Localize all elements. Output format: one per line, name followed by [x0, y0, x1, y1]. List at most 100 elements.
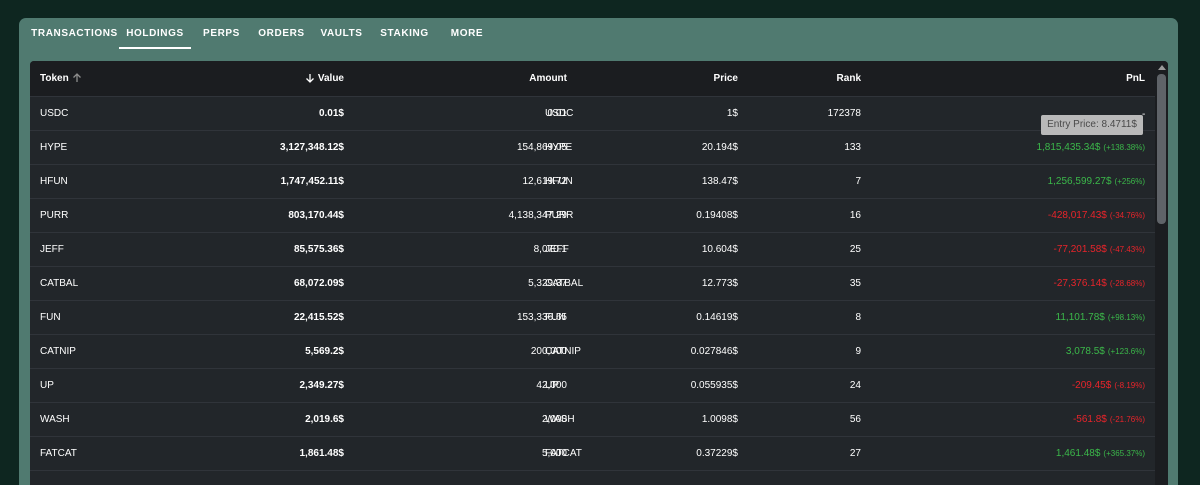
token-value: 0.01$	[318, 108, 344, 119]
token-amount-symbol: HYPE	[545, 142, 573, 153]
tab-holdings[interactable]: HOLDINGS	[119, 18, 191, 50]
tab-perps[interactable]: PERPS	[199, 18, 244, 50]
pnl-amount: -209.45$	[1071, 380, 1112, 391]
token-name: FUN	[40, 312, 61, 323]
token-rank: 172378	[827, 108, 861, 119]
arrow-up-icon	[72, 73, 81, 83]
table-row[interactable]: HFUN 1,747,452.11$ 12,619.72 HFUN 138.47$ 7 1,…	[30, 165, 1155, 199]
token-pnl: -428,017.43$ (-34.76%)	[1048, 199, 1145, 232]
token-rank: 25	[849, 244, 861, 255]
token-amount-symbol: CATNIP	[545, 346, 581, 357]
pnl-amount: 3,078.5$	[1065, 346, 1105, 357]
token-name: CATNIP	[40, 346, 76, 357]
tab-vaults[interactable]: VAULTS	[318, 18, 365, 50]
token-price: 0.14619$	[696, 312, 738, 323]
token-name: HFUN	[40, 176, 68, 187]
token-pnl: 3,078.5$ (+123.6%)	[1066, 335, 1145, 368]
table-row[interactable]: PURR 803,170.44$ 4,138,347.29 PURR 0.19408$ 1…	[30, 199, 1155, 233]
table-row[interactable]: USDC 0.01$ 0.01 USDC 1$ 172378	[30, 97, 1155, 131]
token-price: 1$	[726, 108, 738, 119]
tab-staking[interactable]: STAKING	[377, 18, 432, 50]
token-pnl: 1,461.48$ (+365.37%)	[1056, 437, 1145, 470]
token-value: 1,747,452.11$	[280, 176, 344, 187]
token-rank: 9	[855, 346, 861, 357]
token-pnl: 11,101.78$ (+98.13%)	[1056, 301, 1145, 334]
tab-bar: TRANSACTIONS HOLDINGS PERPS ORDERS VAULT…	[19, 18, 1178, 50]
column-header-price[interactable]: Price	[714, 61, 738, 97]
token-value: 22,415.52$	[293, 312, 344, 323]
scroll-up-icon[interactable]	[1158, 65, 1166, 70]
token-name: CATBAL	[40, 278, 79, 289]
token-price: 12.773$	[701, 278, 738, 289]
table-row[interactable]: CATNIP 5,569.2$ 200,000 CATNIP 0.027846$ 9 3,0…	[30, 335, 1155, 369]
column-header-pnl[interactable]: PnL	[1126, 61, 1145, 97]
token-price: 0.027846$	[690, 346, 738, 357]
token-value: 68,072.09$	[293, 278, 344, 289]
tab-more[interactable]: MORE	[447, 18, 487, 50]
table-row[interactable]: WASH 2,019.6$ 2,000 WASH 1.0098$ 56 -561.8$ (-2…	[30, 403, 1155, 437]
token-name: FATCAT	[40, 448, 77, 459]
holdings-table: Token Value Amount Price Rank PnL USDC 0.…	[30, 61, 1168, 485]
token-price: 138.47$	[701, 176, 738, 187]
table-row[interactable]: CATBAL 68,072.09$ 5,329.37 CATBAL 12.773$ 35-…	[30, 267, 1155, 301]
pnl-amount: -561.8$	[1072, 414, 1107, 425]
token-pnl: 1,256,599.27$ (+256%)	[1048, 165, 1145, 198]
pnl-amount: 11,101.78$	[1055, 312, 1105, 323]
token-amount-symbol: JEFF	[545, 244, 569, 255]
token-price: 20.194$	[701, 142, 738, 153]
tab-orders[interactable]: ORDERS	[256, 18, 307, 50]
token-amount-symbol: USDC	[545, 108, 574, 119]
entry-price-tooltip: Entry Price: 8.4711$	[1041, 115, 1143, 135]
pnl-amount: -77,201.58$	[1053, 244, 1107, 255]
token-name: UP	[40, 380, 54, 391]
token-pnl: -561.8$ (-21.76%)	[1073, 403, 1145, 436]
token-price: 0.19408$	[696, 210, 738, 221]
token-price: 10.604$	[701, 244, 738, 255]
pnl-percent: (+138.38%)	[1103, 143, 1145, 152]
table-row[interactable]: JEFF 85,575.36$ 8,070.1 JEFF 10.604$ 25 -77,20…	[30, 233, 1155, 267]
token-name: USDC	[40, 108, 69, 119]
token-price: 0.055935$	[690, 380, 738, 391]
table-row[interactable]: FUN 22,415.52$ 153,336.65 FUN 0.14619$ 8 11,10…	[30, 301, 1155, 335]
token-rank: 16	[849, 210, 861, 221]
table-row[interactable]: HYPE 3,127,348.12$ 154,869.05 HYPE 20.194$ 13…	[30, 131, 1155, 165]
scrollbar-thumb[interactable]	[1157, 74, 1166, 224]
pnl-percent: (+98.13%)	[1107, 313, 1145, 322]
column-header-token-label: Token	[40, 73, 69, 84]
pnl-percent: (-34.76%)	[1109, 211, 1145, 220]
token-rank: 56	[849, 414, 861, 425]
token-amount-symbol: WASH	[545, 414, 575, 425]
vertical-scrollbar[interactable]	[1155, 61, 1168, 485]
pnl-percent: (+256%)	[1114, 177, 1145, 186]
pnl-percent: (-47.43%)	[1109, 245, 1145, 254]
token-price: 1.0098$	[701, 414, 738, 425]
pnl-amount: 1,256,599.27$	[1047, 176, 1112, 187]
token-amount-symbol: PURR	[545, 210, 574, 221]
pnl-percent: (+365.37%)	[1103, 449, 1145, 458]
pnl-percent: (+123.6%)	[1107, 347, 1145, 356]
table-row[interactable]: UP 2,349.27$ 42,000 UP 0.055935$ 24 -209.45$ (-…	[30, 369, 1155, 403]
tab-transactions[interactable]: TRANSACTIONS	[30, 18, 119, 50]
token-amount-symbol: CATBAL	[545, 278, 584, 289]
pnl-amount: -27,376.14$	[1053, 278, 1107, 289]
token-pnl: 1,815,435.34$ (+138.38%)	[1036, 131, 1145, 164]
column-header-value-label: Value	[317, 73, 344, 84]
pnl-amount: 1,815,435.34$	[1036, 142, 1101, 153]
column-header-token[interactable]: Token	[40, 61, 82, 97]
token-pnl: -209.45$ (-8.19%)	[1072, 369, 1145, 402]
column-header-rank[interactable]: Rank	[837, 61, 861, 97]
table-header: Token Value Amount Price Rank PnL	[30, 61, 1155, 97]
pnl-amount: -428,017.43$	[1047, 210, 1107, 221]
token-rank: 24	[849, 380, 861, 391]
table-row[interactable]: FATCAT 1,861.48$ 5,000 FATCAT 0.37229$ 27 1,46…	[30, 437, 1155, 471]
column-header-value[interactable]: Value	[305, 61, 344, 97]
pnl-amount: 1,461.48$	[1055, 448, 1101, 459]
pnl-dash: -	[1142, 109, 1146, 120]
token-pnl: -77,201.58$ (-47.43%)	[1053, 233, 1145, 266]
token-rank: 27	[849, 448, 861, 459]
token-price: 0.37229$	[696, 448, 738, 459]
token-amount-symbol: HFUN	[545, 176, 573, 187]
column-header-amount[interactable]: Amount	[529, 61, 567, 97]
holdings-panel: TRANSACTIONS HOLDINGS PERPS ORDERS VAULT…	[19, 18, 1178, 485]
token-amount-symbol: FATCAT	[545, 448, 582, 459]
